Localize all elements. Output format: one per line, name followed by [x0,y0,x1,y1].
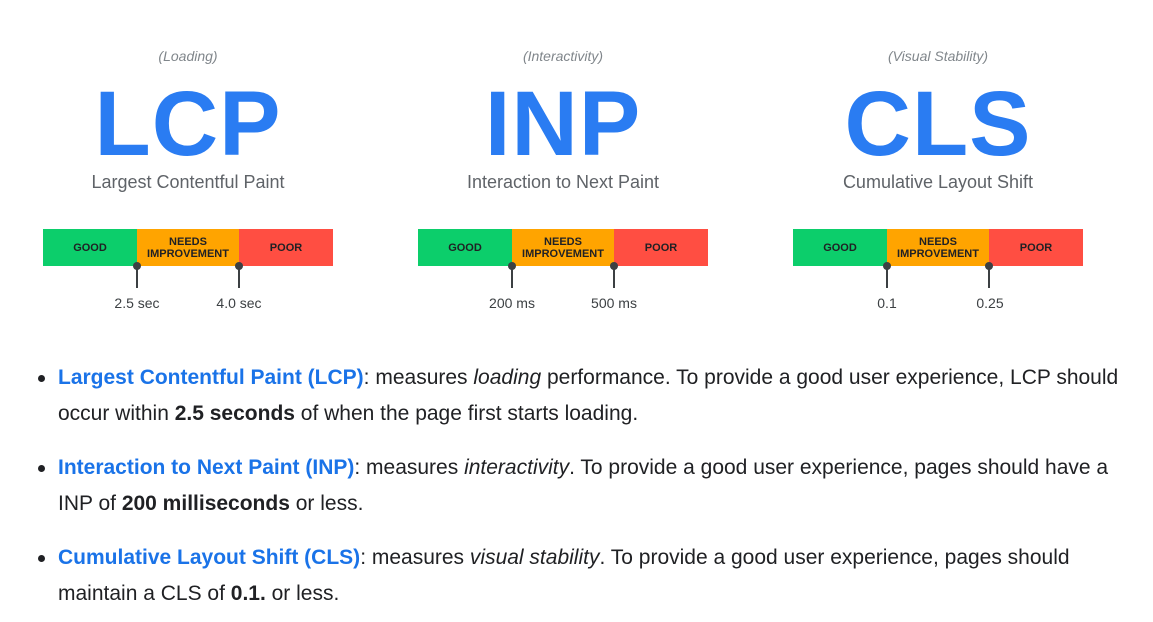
emphasis-text: loading [473,366,542,389]
threshold-label: 2.5 sec [114,295,160,311]
threshold-bar-lcp: GOOD NEEDS IMPROVEMENT POOR [43,229,333,266]
threshold-label: 500 ms [591,295,637,311]
metric-full-name: Cumulative Layout Shift [842,172,1034,192]
segment-poor: POOR [239,229,333,266]
segment-good: GOOD [43,229,137,266]
list-item-inp: Interaction to Next Paint (INP): measure… [36,450,1136,522]
list-item-lcp: Largest Contentful Paint (LCP): measures… [36,360,1136,432]
threshold-bar-inp: GOOD NEEDS IMPROVEMENT POOR [418,229,708,266]
segment-label: NEEDS IMPROVEMENT [522,235,604,260]
threshold-bar-cls: GOOD NEEDS IMPROVEMENT POOR [793,229,1083,266]
bullet-icon [38,465,45,472]
segment-label: NEEDS IMPROVEMENT [147,235,229,260]
metric-full-name: Largest Contentful Paint [91,172,285,192]
metric-abbreviation: INP [484,73,642,175]
threshold-label: 4.0 sec [216,295,262,311]
segment-needs-improvement: NEEDS IMPROVEMENT [137,229,239,266]
metric-category: (Visual Stability) [887,48,989,64]
text: or less. [289,492,364,515]
threshold-label: 0.25 [976,295,1004,311]
segment-poor: POOR [614,229,708,266]
segment-needs-improvement: NEEDS IMPROVEMENT [887,229,989,266]
threshold-marker [985,262,993,288]
bullet-icon [38,375,45,382]
threshold-marker [508,262,516,288]
inp-link[interactable]: Interaction to Next Paint (INP) [58,456,354,479]
emphasis-text: interactivity [464,456,570,479]
threshold-marker [235,262,243,288]
segment-needs-improvement: NEEDS IMPROVEMENT [512,229,614,266]
threshold-marker [883,262,891,288]
metric-abbreviation: LCP [94,73,282,175]
segment-good: GOOD [793,229,887,266]
threshold-value: 2.5 seconds [174,402,295,425]
threshold-value: 0.1. [230,582,266,605]
metrics-description-list: Largest Contentful Paint (LCP): measures… [36,360,1136,622]
threshold-marker [610,262,618,288]
metric-full-name: Interaction to Next Paint [466,172,660,192]
segment-label: NEEDS IMPROVEMENT [897,235,979,260]
metric-category: (Interactivity) [522,48,604,64]
text: : measures [363,366,474,389]
bullet-icon [38,555,45,562]
threshold-label: 200 ms [489,295,535,311]
list-item-cls: Cumulative Layout Shift (CLS): measures … [36,540,1136,612]
segment-good: GOOD [418,229,512,266]
threshold-label: 0.1 [877,295,897,311]
segment-poor: POOR [989,229,1083,266]
text: : measures [360,546,470,569]
metric-abbreviation: CLS [844,73,1032,175]
text: of when the page first starts loading. [294,402,639,425]
cls-link[interactable]: Cumulative Layout Shift (CLS) [58,546,360,569]
threshold-value: 200 milliseconds [121,492,290,515]
text: or less. [265,582,340,605]
text: : measures [354,456,465,479]
metric-category: (Loading) [158,48,218,64]
threshold-marker [133,262,141,288]
emphasis-text: visual stability [469,546,600,569]
lcp-link[interactable]: Largest Contentful Paint (LCP) [58,366,364,389]
